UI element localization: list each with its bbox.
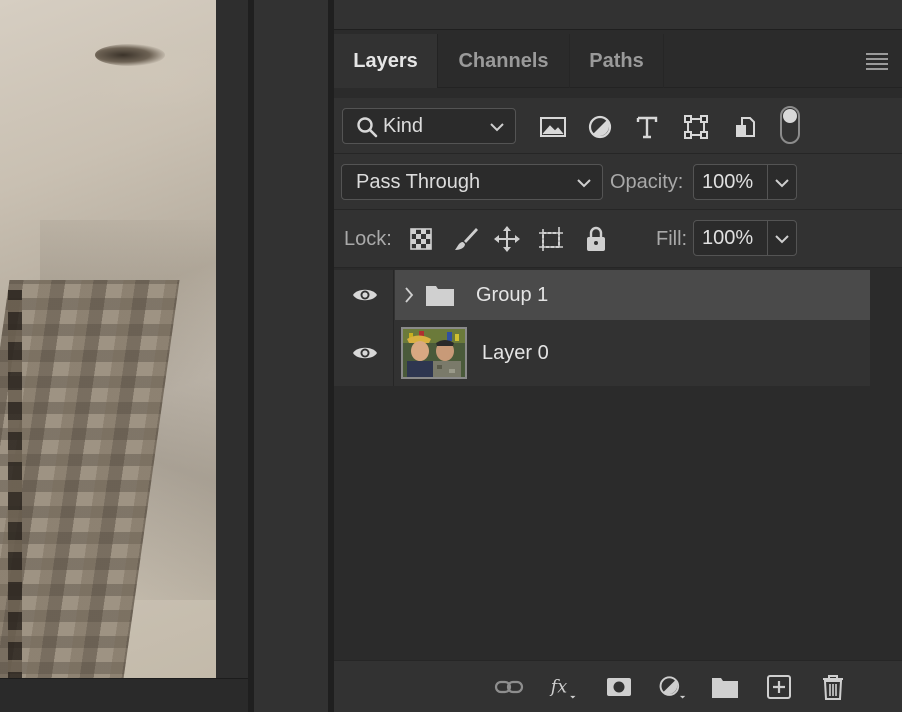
fill-slider-chevron-icon[interactable]	[774, 221, 790, 255]
add-mask-icon[interactable]	[604, 673, 634, 701]
field-separator	[767, 221, 768, 255]
layer-style-fx-icon[interactable]: fx	[549, 673, 579, 701]
chevron-down-icon	[577, 179, 591, 188]
filter-kind-label: Kind	[383, 115, 424, 137]
link-layers-icon[interactable]	[494, 673, 524, 701]
adjustment-layer-filter-icon[interactable]	[585, 112, 615, 142]
canvas-status-bar	[0, 678, 248, 712]
panel-tab-bar: Layers Channels Paths	[334, 34, 902, 88]
layer-row-group[interactable]: Group 1	[334, 270, 870, 320]
layer-row-layer0[interactable]: Layer 0	[334, 320, 870, 386]
filter-toggle-switch[interactable]	[780, 106, 800, 144]
search-icon	[357, 117, 378, 138]
eye-icon	[353, 347, 377, 359]
toggle-knob	[783, 109, 797, 123]
photo-collar-edge	[8, 290, 22, 678]
tab-paths[interactable]: Paths	[570, 34, 664, 88]
fill-label: Fill:	[656, 228, 688, 250]
fill-value: 100%	[702, 227, 754, 249]
shape-layer-filter-icon[interactable]	[681, 112, 711, 142]
blend-mode-dropdown[interactable]: Pass Through	[341, 164, 603, 200]
photo-eye-detail	[95, 44, 165, 66]
lock-position-icon[interactable]	[492, 224, 522, 254]
group-layer-body[interactable]: Group 1	[395, 270, 870, 320]
opacity-slider-chevron-icon[interactable]	[774, 165, 790, 199]
filter-kind-dropdown[interactable]: Kind	[342, 108, 516, 144]
svg-text:fx: fx	[549, 677, 567, 697]
lock-label: Lock:	[344, 228, 392, 250]
layer-filter-row: Kind	[334, 98, 902, 154]
folder-icon	[426, 286, 454, 306]
layer-name: Group 1	[476, 284, 549, 306]
chevron-right-icon[interactable]	[403, 285, 415, 305]
pixel-layer-filter-icon[interactable]	[538, 112, 568, 142]
lock-artboard-icon[interactable]	[536, 224, 566, 254]
tab-layers[interactable]: Layers	[334, 34, 438, 88]
delete-layer-icon[interactable]	[818, 673, 848, 701]
eye-icon	[353, 289, 377, 301]
panel-menu-icon[interactable]	[866, 53, 888, 70]
layers-list: Group 1 Layer 0	[334, 268, 870, 660]
fill-input[interactable]: 100%	[693, 220, 797, 256]
type-layer-filter-icon[interactable]	[632, 112, 662, 142]
new-group-icon[interactable]	[710, 673, 740, 701]
panel-header-strip	[334, 0, 902, 30]
blend-mode-row: Pass Through Opacity: 100%	[334, 154, 902, 210]
opacity-label: Opacity:	[610, 171, 684, 193]
pixel-layer-body[interactable]: Layer 0	[395, 320, 870, 386]
lock-row: Lock: Fill: 100%	[334, 210, 902, 268]
lock-image-pixels-icon[interactable]	[451, 224, 481, 254]
layer-thumbnail	[401, 327, 467, 379]
canvas-pasteboard	[216, 0, 248, 678]
document-canvas[interactable]	[0, 0, 216, 678]
opacity-value: 100%	[702, 171, 754, 193]
layers-panel: Layers Channels Paths Kind Pass Through …	[334, 0, 902, 712]
tab-channels[interactable]: Channels	[438, 34, 570, 88]
new-fill-adjustment-icon[interactable]	[657, 673, 687, 701]
blend-mode-value: Pass Through	[356, 171, 481, 193]
chevron-down-icon	[490, 123, 504, 132]
visibility-toggle[interactable]	[334, 270, 394, 320]
layers-panel-footer: fx	[334, 660, 902, 712]
field-separator	[767, 165, 768, 199]
lock-transparent-pixels-icon[interactable]	[406, 224, 436, 254]
visibility-toggle[interactable]	[334, 320, 394, 386]
layer-name: Layer 0	[482, 342, 549, 364]
new-layer-icon[interactable]	[764, 673, 794, 701]
photo-thumbnail-image	[403, 329, 465, 377]
lock-all-icon[interactable]	[581, 224, 611, 254]
collapsed-panel-dock	[254, 0, 328, 712]
smart-object-filter-icon[interactable]	[730, 112, 760, 142]
opacity-input[interactable]: 100%	[693, 164, 797, 200]
